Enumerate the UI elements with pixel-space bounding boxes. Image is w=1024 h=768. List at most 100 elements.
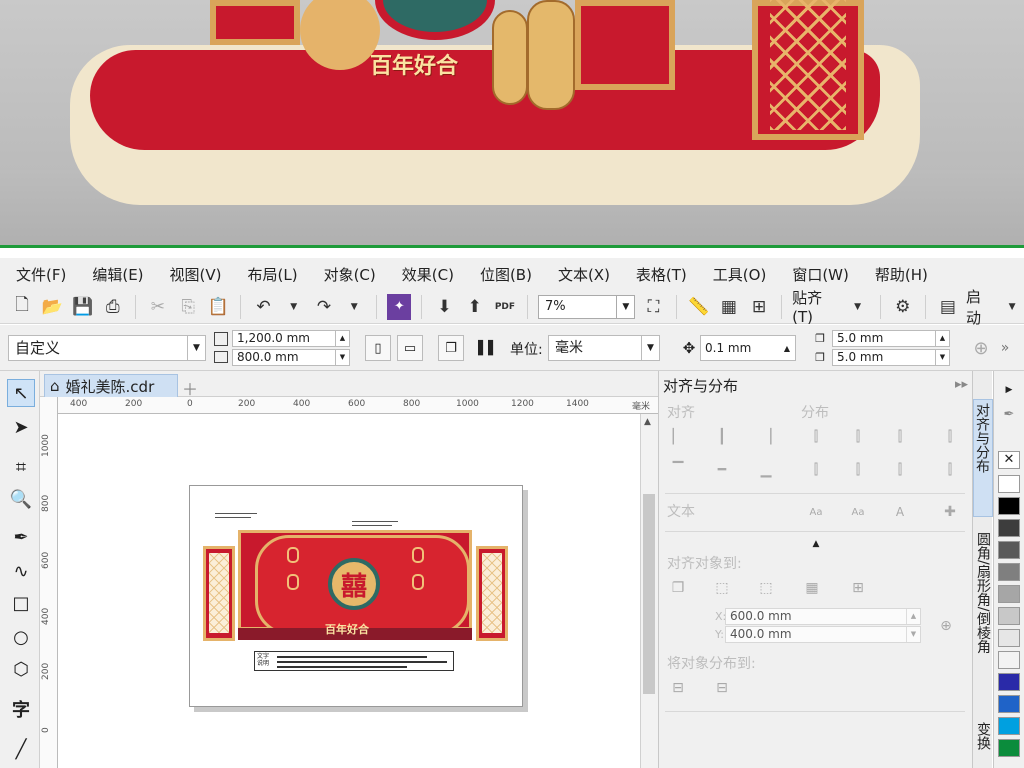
vertical-scrollbar[interactable]: ▲ [640,414,658,768]
print-icon[interactable]: ⎙ [101,294,125,320]
landscape-icon[interactable]: ▭ [397,335,423,361]
add-icon[interactable]: ⊕ [968,335,994,361]
open-folder-icon[interactable]: 📂 [40,294,64,320]
menu-edit[interactable]: 编辑(E) [92,264,143,285]
align-center-vertical-icon[interactable]: ━ [711,459,733,481]
units-select[interactable]: 毫米 ▼ [548,335,660,361]
spin-arrows-icon[interactable]: ▲ [335,331,349,346]
menu-file[interactable]: 文件(F) [16,264,66,285]
color-swatch[interactable] [998,629,1020,647]
new-document-icon[interactable]: 🗋 [10,294,34,320]
target-point-icon[interactable]: ⊕ [935,615,957,637]
text-baseline-icon[interactable]: Aa [805,501,827,523]
color-swatch[interactable] [998,695,1020,713]
spin-arrows-icon[interactable]: ▼ [935,350,949,365]
align-x-field[interactable]: 600.0 mm ▲ [725,608,921,625]
text-tool-icon[interactable]: 字 [7,695,35,723]
text-line-icon[interactable]: Aa [847,501,869,523]
distribute-page-icon[interactable]: ⊟ [711,677,733,699]
spin-arrows-icon[interactable]: ▼ [335,350,349,365]
all-pages-icon[interactable]: ❐ [438,335,464,361]
color-swatch[interactable] [998,607,1020,625]
distribute-spacing-icon[interactable]: ⫿ [889,426,911,448]
spin-arrows-icon[interactable]: ▼ [906,627,920,642]
paste-icon[interactable]: 📋 [206,294,230,320]
text-outline-icon[interactable]: ✚ [939,501,961,523]
document-tab[interactable]: ⌂ 婚礼美陈.cdr [44,374,178,397]
more-chevron-icon[interactable]: » [992,335,1018,361]
color-swatch[interactable] [998,585,1020,603]
color-swatch[interactable] [998,739,1020,757]
chevron-down-icon[interactable]: ▼ [641,336,659,360]
menu-window[interactable]: 窗口(W) [792,264,849,285]
tab-align-distribute[interactable]: 对齐与分布 [973,399,993,517]
tab-transform[interactable]: 变换 [973,719,993,768]
align-left-icon[interactable]: ▏ [667,426,689,448]
crop-tool-icon[interactable]: ⌗ [7,453,35,481]
text-bbox-icon[interactable]: A [889,501,911,523]
artistic-media-tool-icon[interactable]: ∿ [7,557,35,585]
snap-to-button[interactable]: 贴齐(T) [792,287,839,326]
rectangle-tool-icon[interactable]: □ [7,589,35,617]
distribute-center-icon[interactable]: ⫿ [847,426,869,448]
align-grid-icon[interactable]: ▦ [801,577,823,599]
shape-tool-icon[interactable]: ➤ [7,413,35,441]
menu-effects[interactable]: 效果(C) [402,264,454,285]
chevron-down-icon[interactable]: ▼ [846,294,870,320]
color-swatch[interactable] [998,673,1020,691]
align-point-icon[interactable]: ⊞ [847,577,869,599]
align-top-icon[interactable]: ▔ [667,459,689,481]
color-swatch[interactable] [998,717,1020,735]
align-page-edge-icon[interactable]: ⬚ [755,577,777,599]
undo-dropdown-icon[interactable]: ▼ [282,294,306,320]
launch-app-icon[interactable]: ▤ [936,294,960,320]
redo-dropdown-icon[interactable]: ▼ [342,294,366,320]
launch-button[interactable]: 启动 [966,286,994,328]
no-fill-icon[interactable]: ✕ [998,451,1020,469]
distribute-middle-icon[interactable]: ⫿ [847,459,869,481]
duplicate-y-field[interactable]: 5.0 mm ▼ [832,349,950,366]
color-swatch[interactable] [998,563,1020,581]
spin-arrows-icon[interactable]: ▲ [906,609,920,624]
menu-help[interactable]: 帮助(H) [875,264,928,285]
options-gear-icon[interactable]: ⚙ [891,294,915,320]
color-swatch[interactable] [998,541,1020,559]
chevron-down-icon[interactable]: ▼ [1000,294,1024,320]
redo-icon[interactable]: ↷ [312,294,336,320]
color-swatch[interactable] [998,475,1020,493]
spin-arrows-icon[interactable]: ▲ [780,337,794,359]
menu-tools[interactable]: 工具(O) [713,264,767,285]
menu-layout[interactable]: 布局(L) [248,264,298,285]
scroll-up-icon[interactable]: ▲ [644,417,651,427]
distribute-selection-icon[interactable]: ⊟ [667,677,689,699]
align-right-icon[interactable]: ▕ [755,426,777,448]
current-page-icon[interactable]: ▐▐ [470,335,496,361]
show-rulers-icon[interactable]: 📏 [687,294,711,320]
portrait-icon[interactable]: ▯ [365,335,391,361]
zoom-tool-icon[interactable]: 🔍 [7,485,35,513]
page-width-field[interactable]: 1,200.0 mm ▲ [232,330,350,347]
menu-object[interactable]: 对象(C) [324,264,376,285]
description-box[interactable]: 文字说明 [254,651,454,671]
align-selection-icon[interactable]: ⬚ [711,577,733,599]
align-y-field[interactable]: 400.0 mm ▼ [725,626,921,643]
horizontal-ruler[interactable]: 400 200 0 200 400 600 800 1000 1200 1400… [58,397,658,414]
color-swatch[interactable] [998,497,1020,515]
chevron-down-icon[interactable]: ▼ [616,295,634,318]
undo-icon[interactable]: ↶ [251,294,275,320]
distribute-left-icon[interactable]: ⫿ [805,426,827,448]
distribute-bottom-icon[interactable]: ⫿ [939,459,961,481]
eyedropper-icon[interactable]: ✒ [998,407,1020,425]
vertical-ruler[interactable]: 1000 800 600 400 200 0 [40,397,58,768]
menu-bitmaps[interactable]: 位图(B) [480,264,532,285]
cut-icon[interactable]: ✂ [146,294,170,320]
show-grid-icon[interactable]: ▦ [717,294,741,320]
dimension-tool-icon[interactable]: ╱ [7,735,35,763]
pdf-export-icon[interactable]: PDF [493,294,517,320]
show-guidelines-icon[interactable]: ⊞ [747,294,771,320]
ellipse-tool-icon[interactable]: ○ [7,623,35,651]
page-height-field[interactable]: 800.0 mm ▼ [232,349,350,366]
menu-table[interactable]: 表格(T) [636,264,687,285]
export-icon[interactable]: ⬆ [463,294,487,320]
collapse-icon[interactable]: ▲ [805,533,827,555]
